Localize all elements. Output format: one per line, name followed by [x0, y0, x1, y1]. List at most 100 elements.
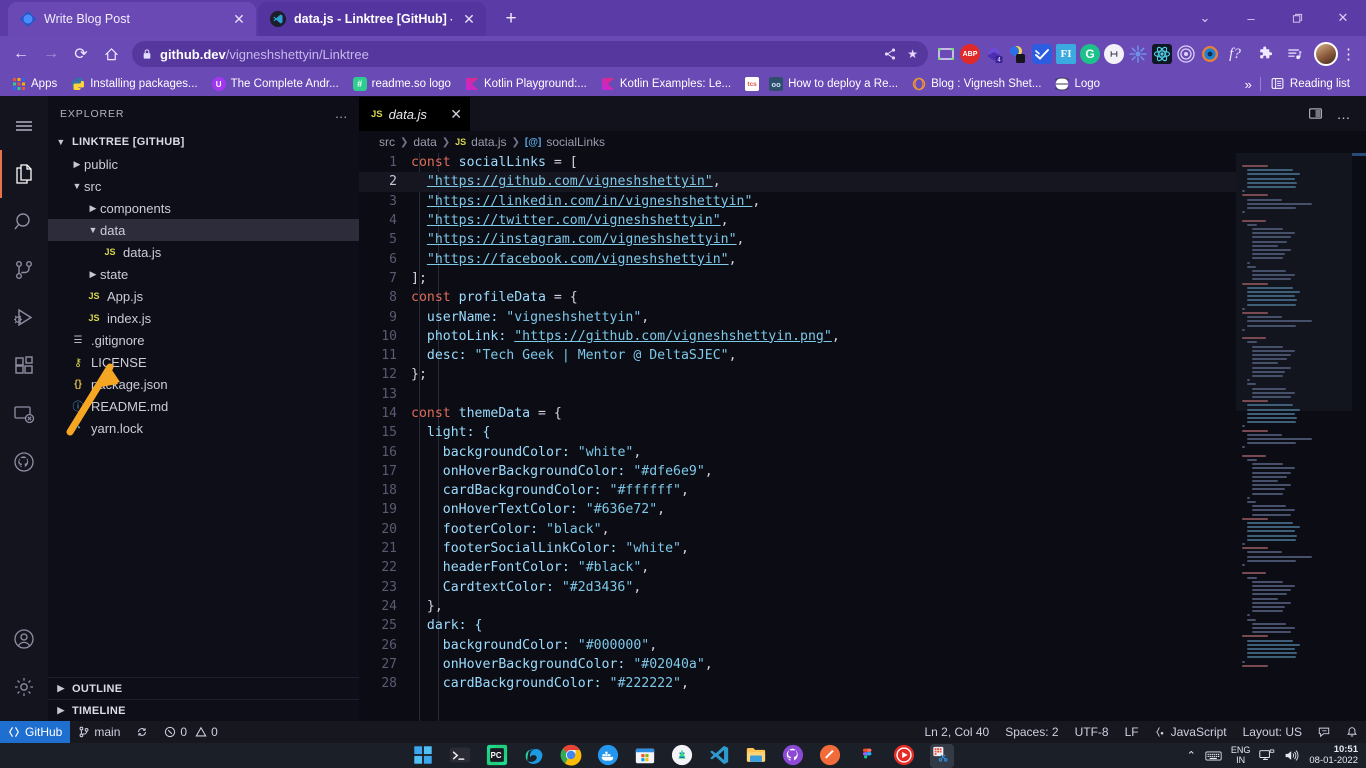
network-icon[interactable]	[1259, 749, 1275, 762]
code-line[interactable]: 19 onHoverTextColor: "#636e72",	[359, 500, 1366, 519]
bookmark-blog-vignesh[interactable]: Blog : Vignesh Shet...	[906, 75, 1047, 93]
status-cursor-position[interactable]: Ln 2, Col 40	[916, 721, 997, 743]
bookmark-complete-android[interactable]: U The Complete Andr...	[206, 75, 345, 93]
terminal-icon[interactable]	[449, 744, 473, 768]
tree-item-public[interactable]: ▶ public	[48, 153, 359, 175]
status-language-mode[interactable]: JavaScript	[1147, 721, 1235, 743]
editor-more-actions[interactable]: …	[1337, 106, 1353, 122]
chevron-right-icon[interactable]: ▶	[86, 269, 100, 280]
bookmark-star-icon[interactable]: ★	[907, 47, 918, 61]
hamburger-icon[interactable]	[0, 102, 48, 150]
screenshot-icon[interactable]	[936, 44, 956, 64]
close-icon[interactable]: ✕	[450, 106, 462, 123]
code-line[interactable]: 24 },	[359, 597, 1366, 616]
postman-icon[interactable]	[819, 744, 843, 768]
tree-item-license[interactable]: ⚷ LICENSE	[48, 351, 359, 373]
snipping-tool-icon[interactable]	[930, 743, 954, 768]
tree-item-package-json[interactable]: {} package.json	[48, 373, 359, 395]
code-line[interactable]: 26 backgroundColor: "#000000",	[359, 635, 1366, 654]
share-icon[interactable]	[883, 47, 897, 61]
sidebar-item-run-and-debug[interactable]	[0, 294, 48, 342]
bookmark-readme-so[interactable]: # readme.so logo	[347, 75, 457, 93]
tree-item-data-js[interactable]: JS data.js	[48, 241, 359, 263]
close-icon[interactable]: ✕	[230, 11, 248, 28]
font-size-icon[interactable]: f?	[1220, 39, 1250, 69]
split-editor-icon[interactable]	[1308, 106, 1323, 121]
code-line[interactable]: 13	[359, 385, 1366, 404]
clock[interactable]: 10:51 08-01-2022	[1309, 744, 1362, 766]
code-line[interactable]: 16 backgroundColor: "white",	[359, 442, 1366, 461]
panel-outline[interactable]: ▶ OUTLINE	[48, 677, 359, 699]
sidebar-item-extensions[interactable]	[0, 342, 48, 390]
account-icon[interactable]	[0, 615, 48, 663]
tree-item-components[interactable]: ▶ components	[48, 197, 359, 219]
adblock-plus-icon[interactable]: ABP	[960, 44, 980, 64]
code-line[interactable]: 11 desc: "Tech Geek | Mentor @ DeltaSJEC…	[359, 346, 1366, 365]
code-line[interactable]: 27 onHoverBackgroundColor: "#02040a",	[359, 655, 1366, 674]
vscode-icon[interactable]	[708, 744, 732, 768]
language-indicator[interactable]: ENG IN	[1231, 745, 1251, 765]
token-lnk[interactable]: "https://linkedin.com/in/vigneshshettyin…	[427, 194, 753, 209]
microsoft-store-icon[interactable]	[634, 744, 658, 768]
code-editor[interactable]: 1 const socialLinks = [2 "https://github.…	[359, 153, 1366, 721]
react-devtools-icon[interactable]	[1152, 44, 1172, 64]
home-button[interactable]	[96, 39, 126, 69]
tree-item-readme-md[interactable]: ⓘ README.md	[48, 395, 359, 417]
sidebar-item-source-control[interactable]	[0, 246, 48, 294]
tree-item-data[interactable]: ▼ data	[48, 219, 359, 241]
token-lnk[interactable]: "https://github.com/vigneshshettyin"	[427, 174, 713, 189]
code-line[interactable]: 4 "https://twitter.com/vigneshshettyin",	[359, 211, 1366, 230]
tree-item-src[interactable]: ▼ src	[48, 175, 359, 197]
code-line[interactable]: 10 photoLink: "https://github.com/vignes…	[359, 327, 1366, 346]
code-line[interactable]: 8 const profileData = {	[359, 288, 1366, 307]
android-studio-icon[interactable]	[671, 744, 695, 768]
sun-icon[interactable]	[1128, 44, 1148, 64]
checkmark-blue-icon[interactable]	[1032, 44, 1052, 64]
sidebar-item-remote-explorer[interactable]	[0, 390, 48, 438]
back-button[interactable]: ←	[6, 39, 36, 69]
sidebar-item-github[interactable]	[0, 438, 48, 486]
code-line[interactable]: 5 "https://instagram.com/vigneshshettyin…	[359, 230, 1366, 249]
grammarly-icon[interactable]: 4	[984, 44, 1004, 64]
browser-tab-1[interactable]: data.js - Linktree [GitHub] - Visua ✕	[258, 2, 486, 36]
code-line[interactable]: 25 dark: {	[359, 616, 1366, 635]
bookmark-apps[interactable]: Apps	[6, 75, 63, 93]
tree-item-state[interactable]: ▶ state	[48, 263, 359, 285]
tray-overflow-icon[interactable]: ⌃	[1187, 749, 1196, 762]
start-windows-icon[interactable]	[412, 744, 436, 768]
status-branch[interactable]: main	[70, 721, 128, 743]
code-line[interactable]: 18 cardBackgroundColor: "#ffffff",	[359, 481, 1366, 500]
chevron-right-icon[interactable]: ▶	[70, 159, 84, 170]
tree-item-index-js[interactable]: JS index.js	[48, 307, 359, 329]
token-lnk[interactable]: "https://github.com/vigneshshettyin.png"	[514, 329, 832, 344]
code-line[interactable]: 22 headerFontColor: "#black",	[359, 558, 1366, 577]
chevron-down-icon[interactable]: ▼	[70, 181, 84, 191]
code-line[interactable]: 17 onHoverBackgroundColor: "#dfe6e9",	[359, 462, 1366, 481]
code-line[interactable]: 23 CardtextColor: "#2d3436",	[359, 578, 1366, 597]
status-notifications[interactable]	[1338, 721, 1366, 743]
reading-list-button[interactable]: Reading list	[1269, 75, 1356, 93]
breadcrumb-segment[interactable]: socialLinks	[546, 135, 605, 149]
code-line[interactable]: 6 "https://facebook.com/vigneshshettyin"…	[359, 249, 1366, 268]
grammarly-g-icon[interactable]: G	[1080, 44, 1100, 64]
file-tree[interactable]: ▶ public ▼ src ▶ components ▼ data JS data.js ▶ sta…	[48, 153, 359, 439]
github-desktop-icon[interactable]	[782, 744, 806, 768]
keyboard-icon[interactable]	[1205, 750, 1222, 762]
tree-item-yarn-lock[interactable]: ◔ yarn.lock	[48, 417, 359, 439]
docker-icon[interactable]	[597, 744, 621, 768]
bookmark-logo[interactable]: Logo	[1049, 75, 1106, 93]
gear-icon[interactable]	[0, 663, 48, 711]
address-bar[interactable]: github.dev/vigneshshettyin/Linktree ★	[132, 41, 928, 67]
workspace-root-row[interactable]: ▼ LINKTREE [GITHUB]	[48, 131, 359, 153]
youtube-music-icon[interactable]	[893, 744, 917, 768]
editor-scrollbar[interactable]	[1352, 153, 1366, 721]
new-tab-button[interactable]: +	[498, 7, 524, 33]
maximize-icon[interactable]	[1274, 0, 1320, 36]
figma-ext-icon[interactable]: FI	[1056, 44, 1076, 64]
chrome-icon[interactable]	[560, 744, 584, 768]
bookmark-kotlin-examples[interactable]: Kotlin Examples: Le...	[595, 75, 737, 93]
bookmark-kotlin-playground[interactable]: Kotlin Playground:...	[459, 75, 593, 93]
code-line[interactable]: 15 light: {	[359, 423, 1366, 442]
status-problems[interactable]: 0 0	[156, 721, 225, 743]
tree-item--gitignore[interactable]: ☰ .gitignore	[48, 329, 359, 351]
